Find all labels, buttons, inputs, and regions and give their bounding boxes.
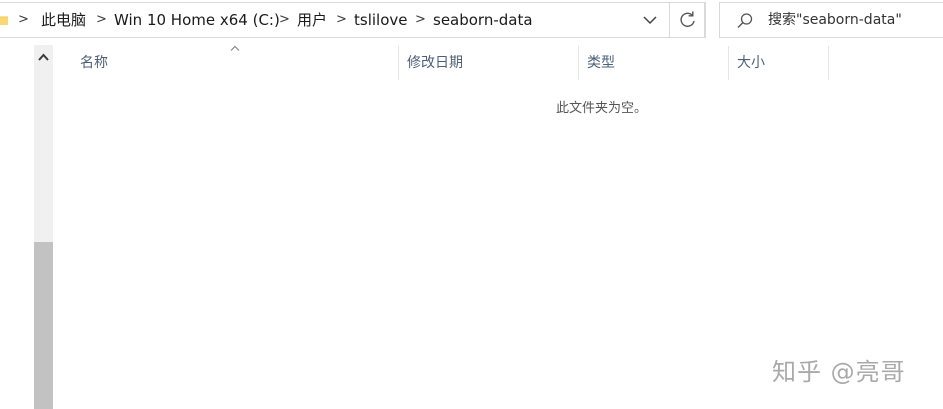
- breadcrumb-drive-c[interactable]: Win 10 Home x64 (C:): [114, 3, 280, 37]
- search-icon: [737, 13, 753, 28]
- breadcrumb-this-pc[interactable]: 此电脑: [41, 3, 86, 37]
- search-input[interactable]: [768, 3, 943, 37]
- file-explorer-window: > 此电脑 > Win 10 Home x64 (C:) > 用户 > tsli…: [0, 0, 943, 409]
- chevron-right-icon[interactable]: >: [96, 3, 107, 37]
- column-header-date-modified[interactable]: 修改日期: [399, 46, 578, 80]
- empty-folder-message: 此文件夹为空。: [556, 101, 648, 116]
- folder-icon: [0, 16, 8, 25]
- scroll-thumb[interactable]: [34, 242, 53, 409]
- refresh-icon: [680, 11, 695, 27]
- column-header-type[interactable]: 类型: [579, 46, 728, 80]
- watermark: 知乎 @亮哥: [772, 358, 906, 386]
- chevron-right-icon[interactable]: >: [279, 3, 290, 37]
- breadcrumb-tslilove[interactable]: tslilove: [354, 3, 407, 37]
- scroll-up-button[interactable]: [34, 45, 53, 69]
- address-history-dropdown-button[interactable]: [632, 3, 668, 37]
- column-header-size[interactable]: 大小: [729, 46, 828, 80]
- column-header-name[interactable]: 名称: [72, 46, 398, 80]
- search-box[interactable]: [719, 2, 943, 38]
- breadcrumb-seaborn-data[interactable]: seaborn-data: [433, 3, 533, 37]
- chevron-right-icon[interactable]: >: [18, 3, 29, 37]
- column-divider[interactable]: [828, 46, 829, 80]
- address-bar[interactable]: > 此电脑 > Win 10 Home x64 (C:) > 用户 > tsli…: [0, 2, 706, 38]
- nav-pane-scrollbar[interactable]: [34, 45, 53, 409]
- chevron-right-icon[interactable]: >: [336, 3, 347, 37]
- breadcrumb-users[interactable]: 用户: [297, 3, 327, 37]
- chevron-up-icon: [38, 53, 49, 61]
- chevron-right-icon[interactable]: >: [415, 3, 426, 37]
- chevron-down-icon: [643, 16, 657, 25]
- refresh-button[interactable]: [669, 2, 705, 38]
